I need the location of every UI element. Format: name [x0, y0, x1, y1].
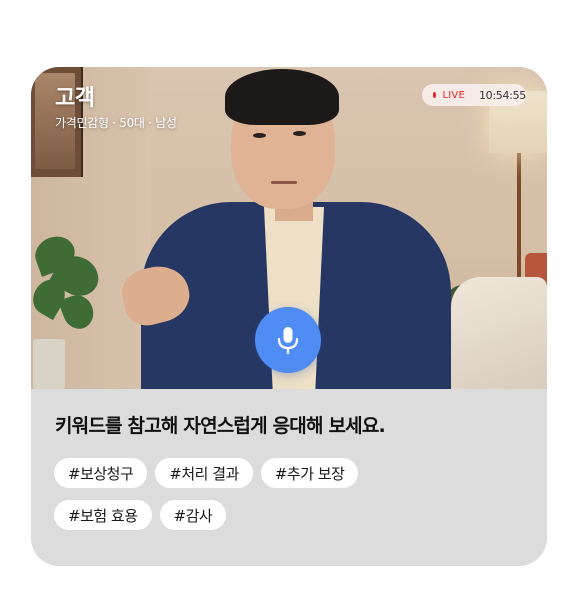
caller-name: 고객: [55, 86, 95, 111]
microphone-icon: [277, 327, 299, 355]
keyword-tag[interactable]: #보험 효용: [54, 500, 152, 530]
caller-info: 고객 가격민감형 · 50대 · 남성: [55, 85, 177, 131]
customer-hair: [225, 69, 339, 125]
live-timer: 10:54:55: [478, 88, 526, 102]
floor-lamp-pole: [517, 153, 521, 293]
sofa-blanket: [451, 277, 547, 389]
microphone-button[interactable]: [255, 307, 321, 373]
keyword-tags: #보상청구 #처리 결과 #추가 보장 #보험 효용 #감사: [54, 458, 524, 542]
live-badge: LIVE 10:54:55: [422, 84, 526, 106]
customer-video-feed: 고객 가격민감형 · 50대 · 남성 LIVE 10:54:55: [31, 67, 547, 389]
caller-meta: 가격민감형 · 50대 · 남성: [55, 116, 177, 130]
plant-pot: [33, 339, 65, 389]
keyword-tag[interactable]: #감사: [159, 500, 227, 530]
customer-mouth: [271, 181, 297, 184]
customer-eye: [253, 133, 266, 138]
roleplay-card: 고객 가격민감형 · 50대 · 남성 LIVE 10:54:55 키워드를 참…: [31, 67, 547, 566]
keyword-tag-row: #보험 효용 #감사: [54, 500, 524, 530]
keyword-tag[interactable]: #보상청구: [54, 458, 148, 488]
live-label: LIVE: [442, 89, 465, 101]
keyword-tag[interactable]: #처리 결과: [155, 458, 253, 488]
instruction-text: 키워드를 참고해 자연스럽게 응대해 보세요.: [55, 415, 386, 437]
customer-eye: [293, 131, 306, 136]
keyword-tag[interactable]: #추가 보장: [260, 458, 359, 488]
keyword-tag-row: #보상청구 #처리 결과 #추가 보장: [54, 458, 524, 488]
recording-dot-icon: [433, 92, 436, 98]
